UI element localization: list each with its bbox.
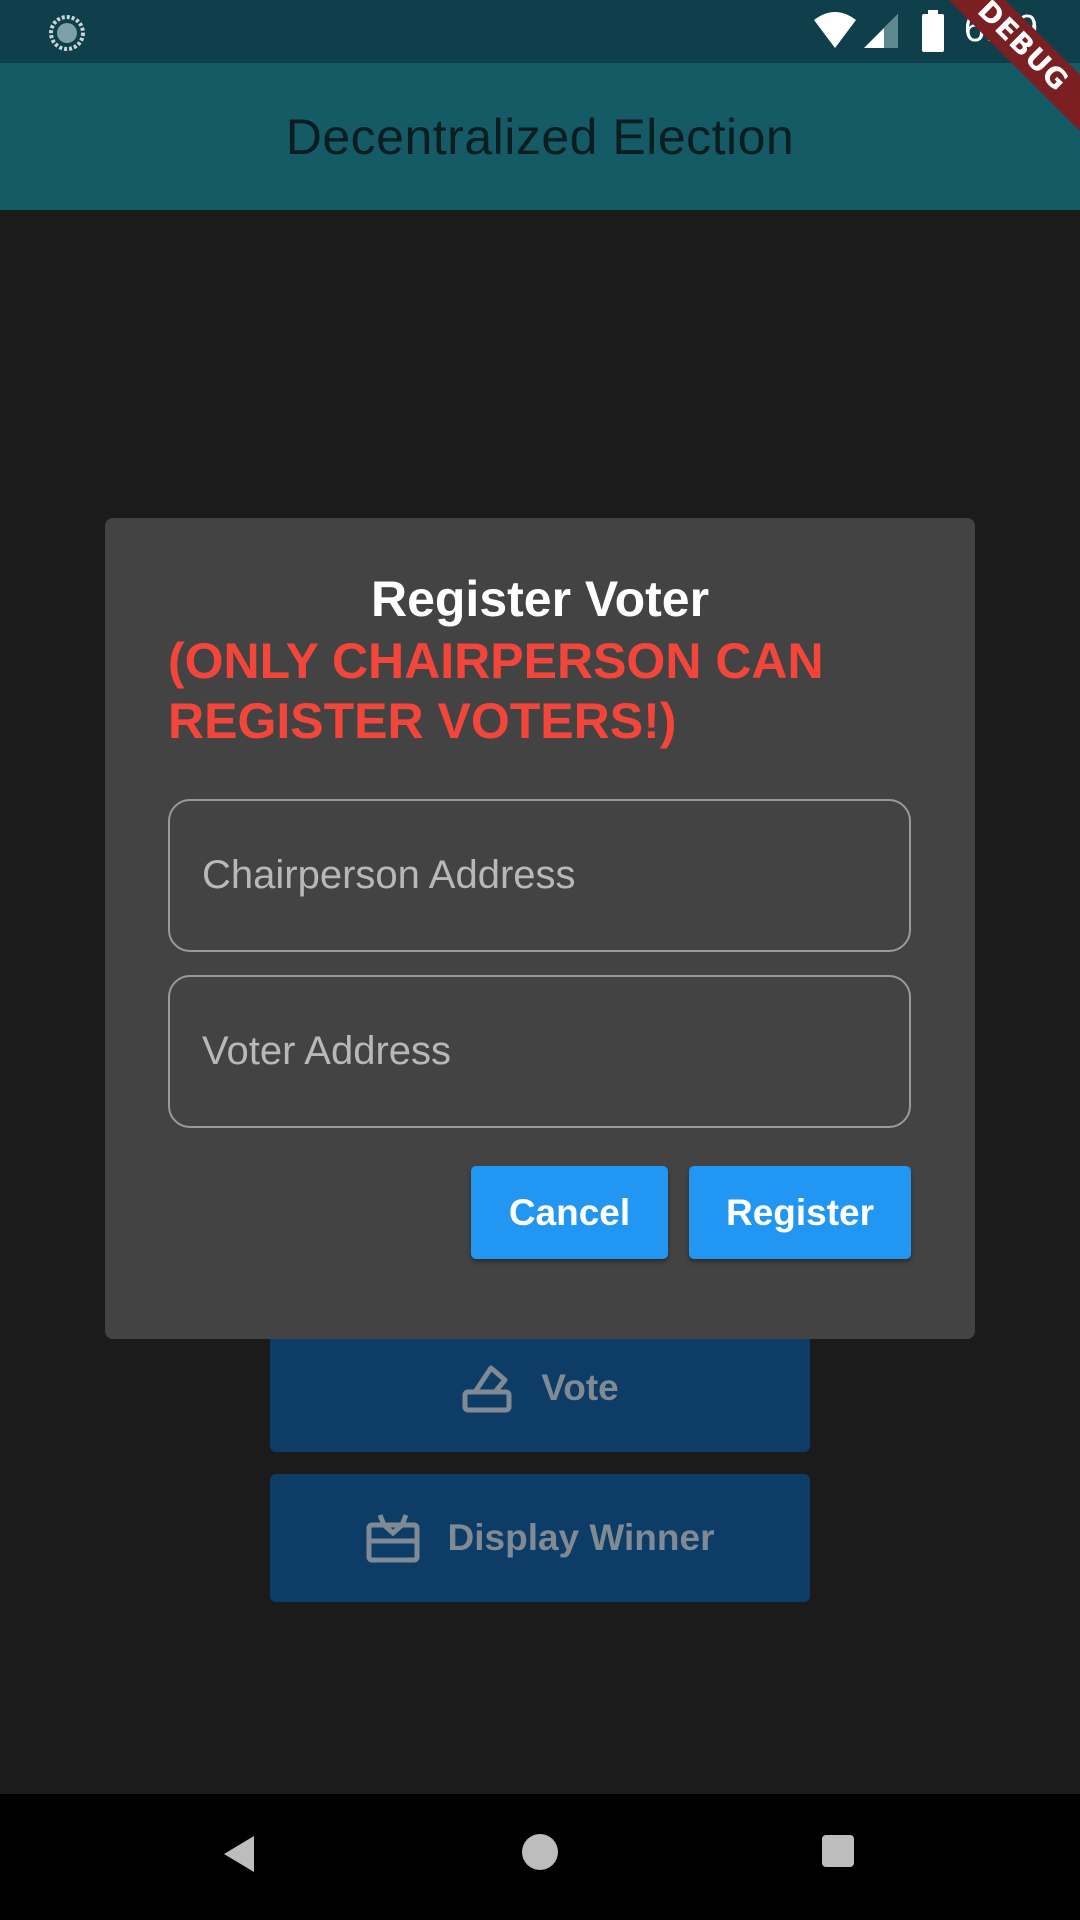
display-winner-label: Display Winner [447, 1517, 715, 1558]
system-nav-bar [0, 1794, 1080, 1920]
dialog-warning: (ONLY CHAIRPERSON CAN REGISTER VOTERS!) [168, 633, 824, 749]
home-icon[interactable] [522, 1834, 558, 1870]
chairperson-address-field[interactable] [168, 799, 911, 952]
status-bar: 6:29 [0, 0, 1080, 63]
battery-icon [922, 10, 944, 52]
sync-icon [49, 15, 85, 51]
vote-button: Vote [270, 1324, 810, 1452]
back-icon[interactable] [222, 1834, 258, 1874]
screen: 6:29 Decentralized Election DEBUG Vote [0, 0, 1080, 1920]
gift-card-icon [366, 1513, 420, 1563]
wifi-icon [814, 12, 856, 48]
display-winner-button: Display Winner [270, 1474, 810, 1602]
register-button[interactable]: Register [689, 1166, 911, 1259]
cancel-button[interactable]: Cancel [471, 1166, 668, 1259]
register-voter-dialog: Register Voter (ONLY CHAIRPERSON CAN REG… [105, 518, 975, 1339]
voter-address-field[interactable] [168, 975, 911, 1128]
signal-icon [864, 14, 898, 48]
chairperson-address-input[interactable] [200, 852, 909, 899]
recent-apps-icon[interactable] [822, 1835, 854, 1867]
app-title: Decentralized Election [285, 108, 795, 165]
app-bar: Decentralized Election [0, 63, 1080, 210]
voter-address-input[interactable] [200, 1028, 909, 1075]
dialog-title: Register Voter [370, 571, 710, 627]
ballot-box-icon [461, 1362, 513, 1414]
vote-label: Vote [541, 1367, 619, 1408]
